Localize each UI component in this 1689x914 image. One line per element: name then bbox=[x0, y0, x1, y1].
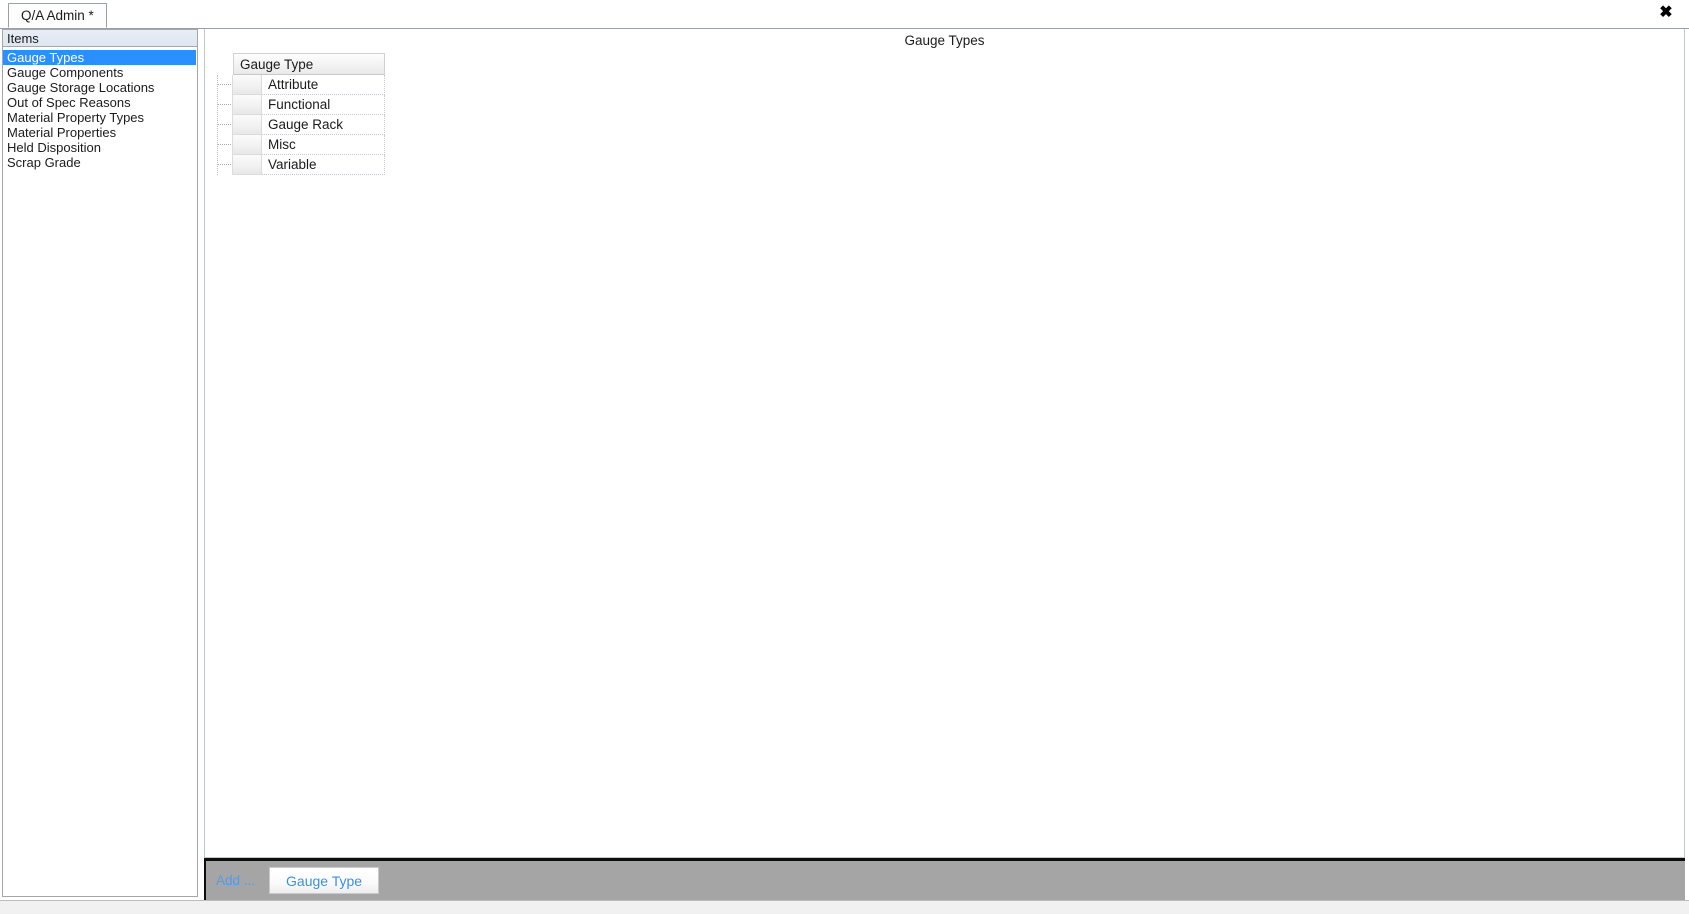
tree-connector-line bbox=[218, 144, 231, 145]
cell-gauge-type[interactable]: Variable bbox=[262, 155, 385, 175]
sidebar-item-scrap-grade[interactable]: Scrap Grade bbox=[3, 155, 197, 170]
tree-connector-line bbox=[218, 84, 231, 85]
sidebar-item-gauge-components[interactable]: Gauge Components bbox=[3, 65, 197, 80]
cell-gauge-type[interactable]: Attribute bbox=[262, 75, 385, 95]
tree-connector-line bbox=[218, 124, 231, 125]
table-row[interactable]: Variable bbox=[213, 155, 385, 175]
row-selector-cell[interactable] bbox=[232, 155, 262, 175]
sidebar-item-gauge-storage-locations[interactable]: Gauge Storage Locations bbox=[3, 80, 197, 95]
row-selector-cell[interactable] bbox=[232, 75, 262, 95]
gauge-types-grid: Gauge Type Attribute Functional Gauge Ra… bbox=[213, 53, 385, 175]
window-bottom-strip bbox=[0, 900, 1689, 914]
sidebar-item-label: Material Property Types bbox=[7, 110, 145, 125]
table-row[interactable]: Gauge Rack bbox=[213, 115, 385, 135]
tree-connector-line bbox=[218, 104, 231, 105]
main-content-panel: Gauge Types Gauge Type Attribute Functio… bbox=[204, 29, 1685, 858]
items-panel-header: Items bbox=[3, 30, 197, 47]
sidebar-item-gauge-types[interactable]: Gauge Types bbox=[3, 50, 196, 65]
add-label: Add ... bbox=[216, 873, 256, 888]
items-list: Gauge Types Gauge Components Gauge Stora… bbox=[3, 47, 197, 170]
add-gauge-type-button[interactable]: Gauge Type bbox=[269, 867, 380, 894]
grid-column-header-label: Gauge Type bbox=[240, 56, 314, 72]
sidebar-item-label: Scrap Grade bbox=[7, 155, 81, 170]
table-row[interactable]: Misc bbox=[213, 135, 385, 155]
grid-body: Attribute Functional Gauge Rack Misc Var… bbox=[213, 75, 385, 175]
items-header-label: Items bbox=[7, 30, 39, 46]
grid-column-header-gauge-type[interactable]: Gauge Type bbox=[233, 53, 385, 75]
sidebar-item-label: Out of Spec Reasons bbox=[7, 95, 131, 110]
sidebar-item-label: Gauge Components bbox=[7, 65, 124, 80]
sidebar-item-material-property-types[interactable]: Material Property Types bbox=[3, 110, 197, 125]
tab-label: Q/A Admin * bbox=[21, 8, 94, 23]
row-selector-cell[interactable] bbox=[232, 115, 262, 135]
close-icon[interactable]: ✖ bbox=[1655, 2, 1677, 24]
sidebar-item-label: Gauge Types bbox=[7, 50, 85, 65]
sidebar-item-label: Gauge Storage Locations bbox=[7, 80, 155, 95]
tab-qa-admin[interactable]: Q/A Admin * bbox=[8, 3, 107, 28]
items-panel: Items Gauge Types Gauge Components Gauge… bbox=[2, 29, 198, 897]
row-selector-cell[interactable] bbox=[232, 95, 262, 115]
sidebar-item-out-of-spec-reasons[interactable]: Out of Spec Reasons bbox=[3, 95, 197, 110]
sidebar-item-held-disposition[interactable]: Held Disposition bbox=[3, 140, 197, 155]
bottom-toolbar: Add ... Gauge Type bbox=[204, 858, 1685, 900]
cell-gauge-type[interactable]: Gauge Rack bbox=[262, 115, 385, 135]
row-selector-cell[interactable] bbox=[232, 135, 262, 155]
tab-strip: Q/A Admin * ✖ bbox=[0, 0, 1689, 29]
table-row[interactable]: Functional bbox=[213, 95, 385, 115]
sidebar-item-label: Material Properties bbox=[7, 125, 117, 140]
cell-gauge-type[interactable]: Functional bbox=[262, 95, 385, 115]
add-gauge-type-button-label: Gauge Type bbox=[286, 872, 363, 889]
sidebar-item-material-properties[interactable]: Material Properties bbox=[3, 125, 197, 140]
cell-gauge-type[interactable]: Misc bbox=[262, 135, 385, 155]
tree-connector-line bbox=[218, 164, 231, 165]
table-row[interactable]: Attribute bbox=[213, 75, 385, 95]
sidebar-item-label: Held Disposition bbox=[7, 140, 101, 155]
page-title: Gauge Types bbox=[904, 33, 985, 48]
